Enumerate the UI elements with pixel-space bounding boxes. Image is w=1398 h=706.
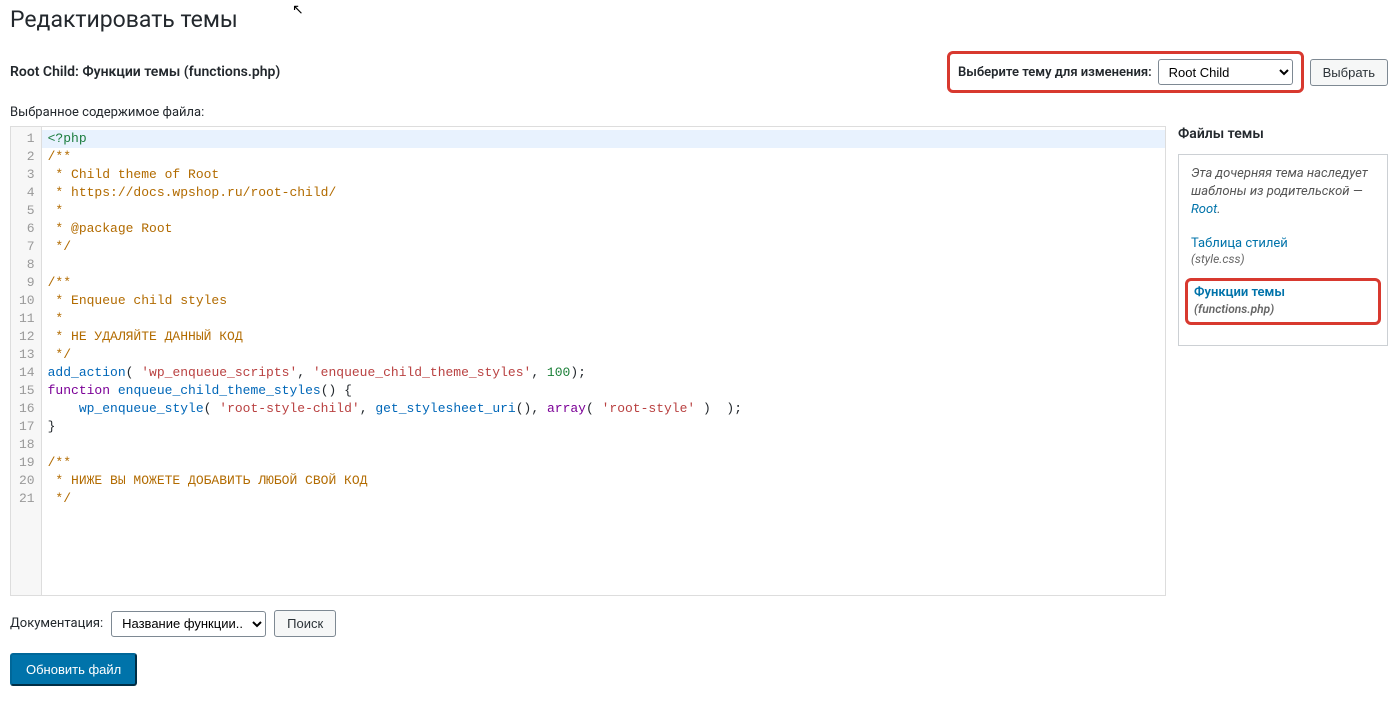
header-row: Root Child: Функции темы (functions.php)… (10, 51, 1388, 93)
file-filename: (style.css) (1191, 252, 1375, 268)
documentation-search-button[interactable]: Поиск (274, 610, 336, 637)
editor-label: Выбранное содержимое файла: (10, 105, 1388, 120)
line-gutter: 123456789101112131415161718192021 (11, 127, 42, 595)
theme-selector-box: Выберите тему для изменения: Root Child (947, 51, 1304, 93)
select-theme-button[interactable]: Выбрать (1310, 59, 1388, 86)
sidebar-box: Эта дочерняя тема наследует шаблоны из р… (1178, 154, 1388, 346)
documentation-select[interactable]: Название функции... (111, 611, 266, 637)
files-sidebar: Файлы темы Эта дочерняя тема наследует ш… (1178, 126, 1388, 596)
file-link[interactable]: Таблица стилей (1191, 236, 1288, 251)
file-heading: Root Child: Функции темы (functions.php) (10, 64, 280, 80)
file-entry: Таблица стилей(style.css) (1191, 236, 1375, 268)
parent-theme-link[interactable]: Root (1191, 202, 1217, 217)
page-title: Редактировать темы (10, 6, 1388, 33)
theme-selector-label: Выберите тему для изменения: (958, 65, 1152, 80)
update-file-button[interactable]: Обновить файл (10, 653, 137, 686)
sidebar-heading: Файлы темы (1178, 126, 1388, 142)
theme-select[interactable]: Root Child (1158, 59, 1293, 85)
code-editor[interactable]: 123456789101112131415161718192021 <?php/… (10, 126, 1166, 596)
file-link[interactable]: Функции темы (1194, 285, 1285, 300)
documentation-row: Документация: Название функции... Поиск (10, 610, 1388, 637)
file-list: Таблица стилей(style.css) Функции темы (fu… (1191, 236, 1375, 325)
documentation-label: Документация: (10, 616, 103, 631)
theme-selector-group: Выберите тему для изменения: Root Child … (947, 51, 1388, 93)
file-filename: (functions.php) (1194, 302, 1372, 318)
parent-theme-note: Эта дочерняя тема наследует шаблоны из р… (1191, 165, 1375, 220)
file-entry: Функции темы (functions.php) (1185, 278, 1381, 324)
code-area[interactable]: <?php/** * Child theme of Root * https:/… (42, 127, 1165, 595)
main-container: 123456789101112131415161718192021 <?php/… (10, 126, 1388, 596)
